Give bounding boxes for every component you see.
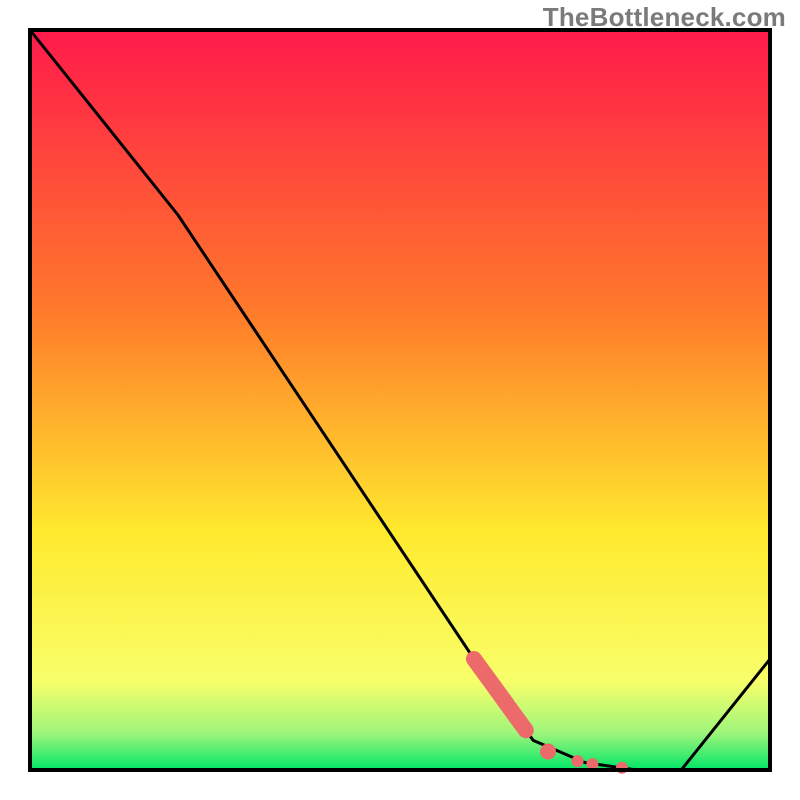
plot-background — [30, 30, 770, 770]
watermark-text: TheBottleneck.com — [543, 2, 786, 33]
chart-root: TheBottleneck.com — [0, 0, 800, 800]
accent-point — [540, 744, 556, 760]
accent-point — [572, 755, 584, 767]
chart-svg — [0, 0, 800, 800]
